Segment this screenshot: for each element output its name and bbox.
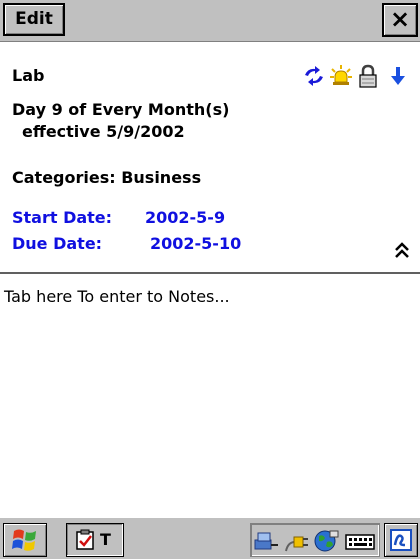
keyboard-icon[interactable] [345,528,375,554]
tasks-button-label: T [100,530,111,549]
globe-network-icon[interactable] [313,528,339,554]
power-plug-icon[interactable] [283,528,309,554]
input-panel-button[interactable] [384,523,418,557]
low-priority-icon [386,64,410,88]
connectivity-icon[interactable] [253,528,279,554]
task-status-icons [302,64,414,88]
due-date-value: 2002-5-10 [150,234,242,253]
recurrence-pattern: Day 9 of Every Month(s) [12,100,230,119]
taskbar: T [0,516,420,559]
start-date-label: Start Date: [12,208,113,227]
effective-date: effective 5/9/2002 [22,122,185,141]
recurrence-icon [302,64,326,88]
notes-area[interactable]: Tab here To enter to Notes... [0,272,420,516]
system-tray [250,523,380,557]
start-button[interactable] [3,523,47,557]
reminder-icon [329,64,353,88]
start-date-value: 2002-5-9 [145,208,226,227]
private-lock-icon [356,64,380,88]
notes-prompt: Tab here To enter to Notes... [4,287,230,306]
task-categories: Categories: Business [12,168,202,187]
tasks-app-screen: Edit × Lab Day 9 of Every Month(s) effec… [0,0,420,559]
close-button[interactable]: × [382,3,418,37]
tasks-taskbar-button[interactable]: T [66,523,124,557]
due-date-label: Due Date: [12,234,103,253]
input-panel-icon [389,528,413,552]
collapse-up-icon[interactable] [394,242,410,260]
tasks-checkbox-icon [74,528,98,552]
top-toolbar: Edit × [0,0,420,42]
task-summary-panel[interactable]: Lab Day 9 of Every Month(s) effective 5/… [0,42,420,272]
windows-flag-icon [11,527,39,553]
start-date-row: Start Date: 2002-5-9 [12,208,225,227]
task-title: Lab [12,66,45,85]
due-date-row: Due Date: 2002-5-10 [12,234,241,253]
edit-button[interactable]: Edit [3,3,65,36]
